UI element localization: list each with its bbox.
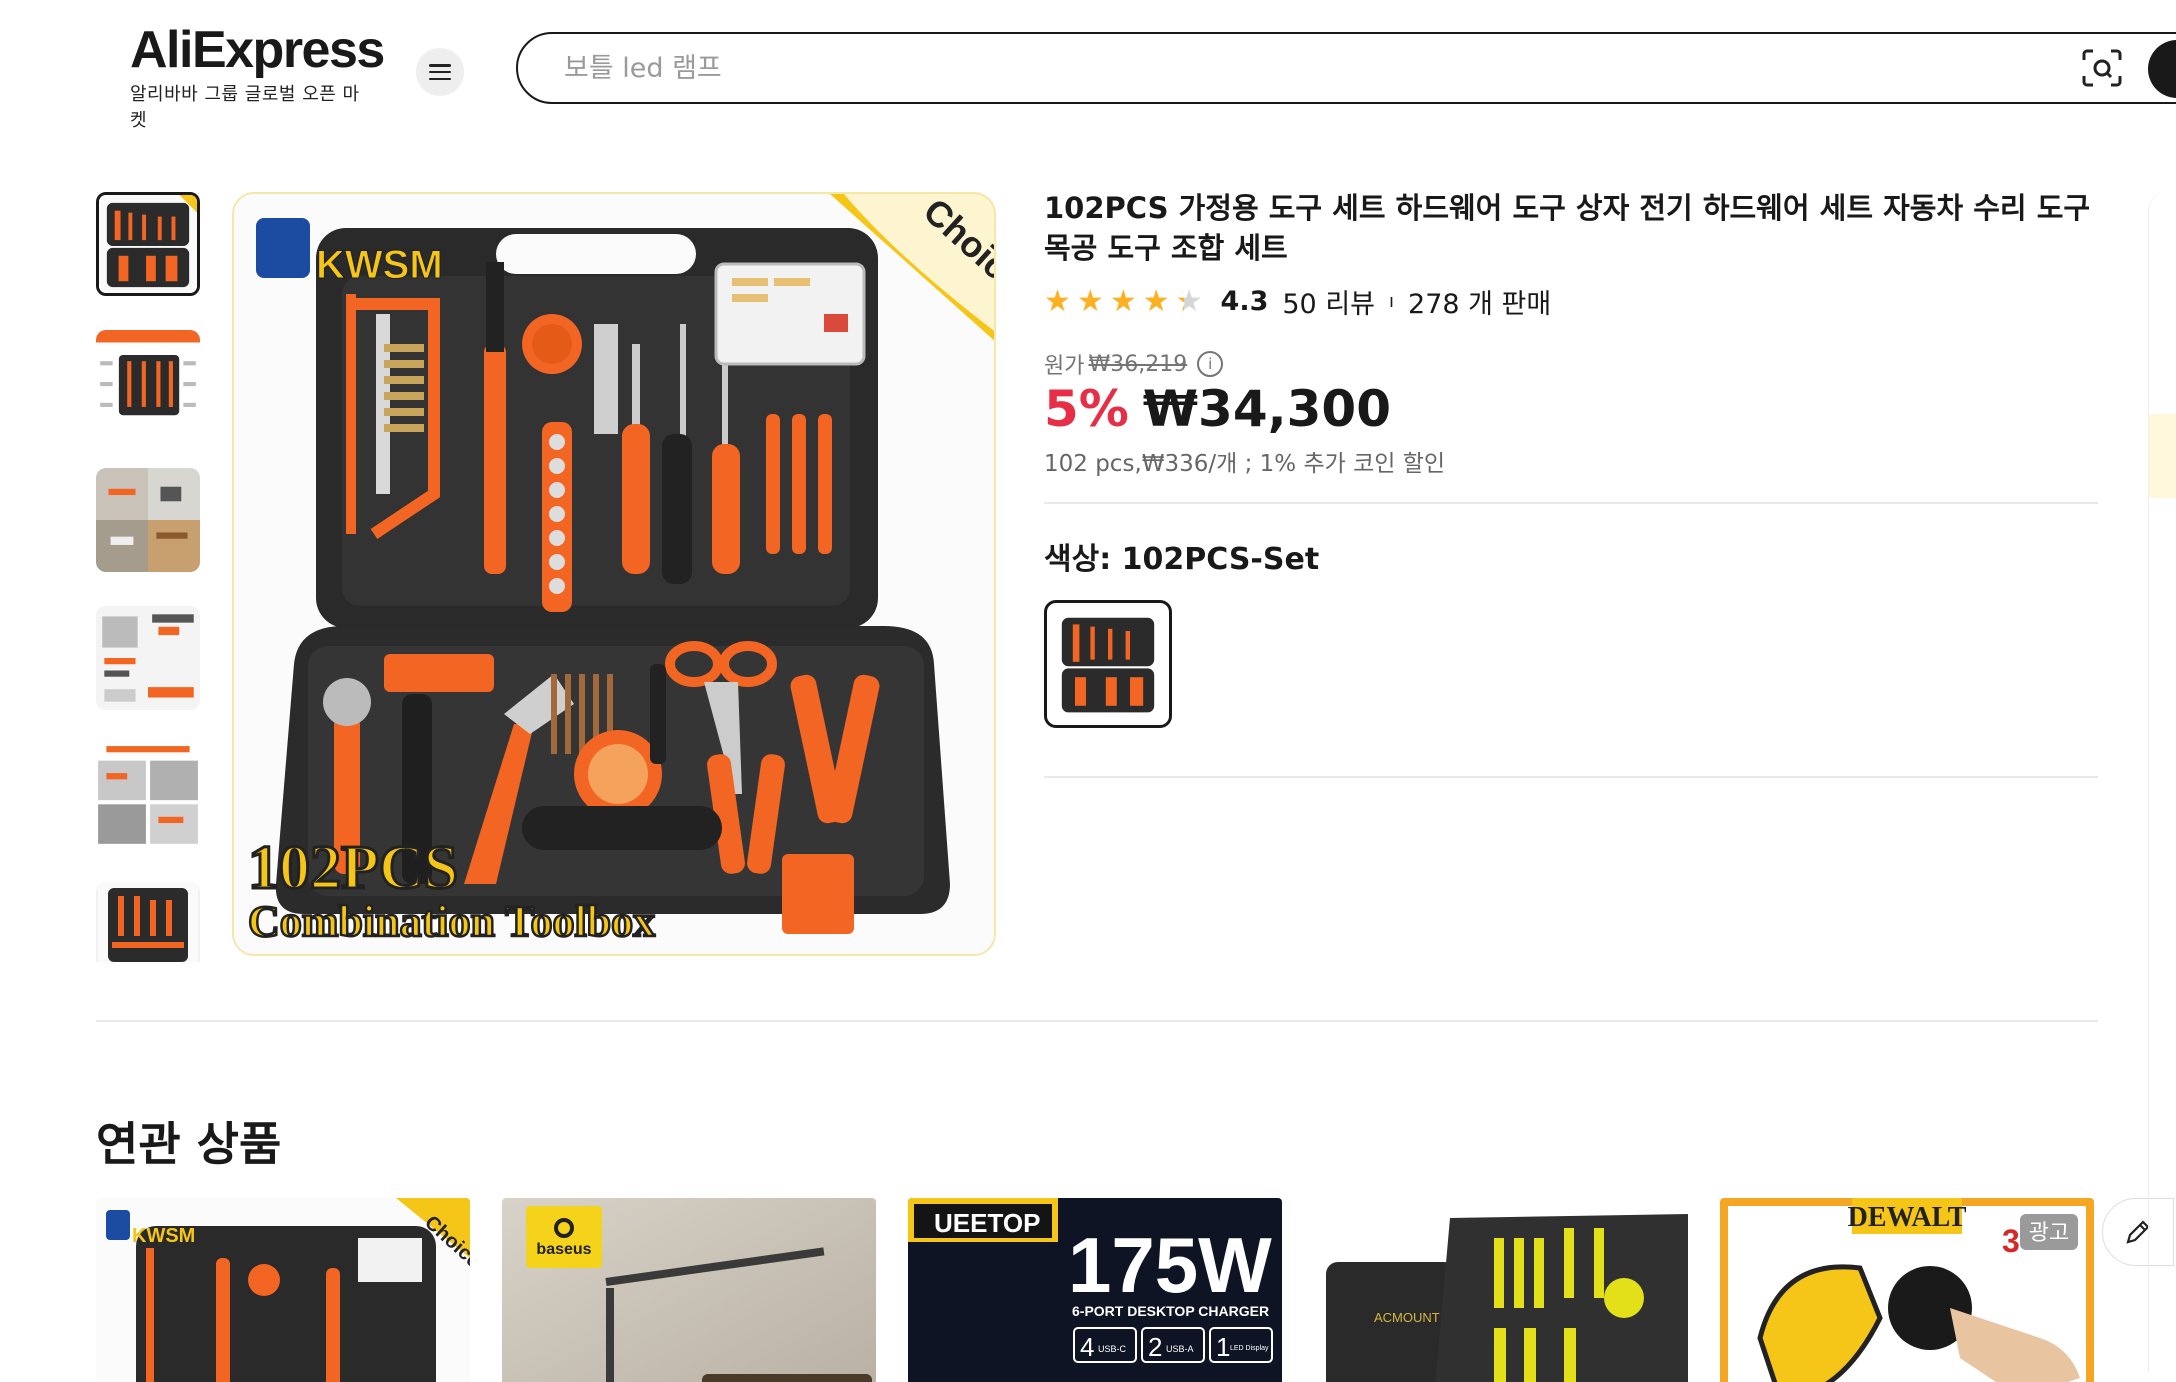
thumbnail-5[interactable] — [96, 744, 200, 848]
color-label: 색상: 102PCS-Set — [1044, 542, 1320, 577]
related-product-card[interactable]: DEWALT 3 광고 — [1720, 1198, 2094, 1382]
menu-button[interactable] — [416, 48, 464, 96]
port-count: 4 — [1080, 1332, 1094, 1362]
thumbnail-6[interactable] — [96, 882, 200, 962]
rating-score: 4.3 — [1220, 286, 1269, 317]
info-icon[interactable]: i — [1197, 351, 1224, 377]
toolbox-thumbnail-image — [99, 195, 197, 293]
related-product-image: baseus — [502, 1198, 876, 1382]
related-product-image: UEETOP 175W 6-PORT DESKTOP CHARGER 4 USB… — [908, 1198, 1282, 1382]
toolbox-open-image — [98, 882, 198, 962]
divider — [96, 1020, 2098, 1022]
price-row: 5% ₩34,300 — [1044, 380, 1391, 438]
related-products-title: 연관 상품 — [96, 1117, 282, 1171]
sku-thumbnail-image — [1053, 609, 1163, 719]
related-product-card[interactable]: Choice KWSM — [96, 1198, 470, 1382]
brand-logo: DEWALT — [1848, 1202, 1967, 1233]
related-product-card[interactable]: UEETOP 175W 6-PORT DESKTOP CHARGER 4 USB… — [908, 1198, 1282, 1382]
search-button[interactable] — [2148, 40, 2176, 98]
logo-wordmark: AliExpress — [130, 21, 385, 79]
tool-collage-image — [96, 606, 200, 710]
thumbnail-1[interactable] — [96, 192, 200, 296]
thumbnail-list — [96, 192, 204, 996]
image-caption-count: 102PCS — [248, 834, 458, 902]
original-price-label: 원가 — [1044, 354, 1085, 379]
brand-logo: UEETOP — [934, 1208, 1040, 1238]
star-icon: ★ — [1044, 283, 1071, 319]
port-type: LED Display — [1230, 1345, 1269, 1352]
thumbnail-2[interactable] — [96, 330, 200, 434]
sold-count: 278 개 판매 — [1408, 289, 1552, 320]
feature-photo-image — [96, 744, 200, 848]
review-count[interactable]: 50 리뷰 — [1282, 282, 1375, 321]
image-caption-text: Combination Toolbox — [248, 897, 655, 946]
promo-number: 3 — [2002, 1223, 2020, 1259]
toolbox-detail-image — [96, 330, 200, 434]
main-product-image[interactable]: Choice KWSM 102PCS Combination Toolbox — [232, 192, 996, 956]
search-input[interactable] — [564, 48, 1964, 88]
headline-text: 175W — [1068, 1221, 1272, 1309]
related-product-image: DEWALT 3 광고 — [1720, 1198, 2094, 1382]
divider: ı — [1389, 291, 1395, 312]
port-type: USB-C — [1098, 1344, 1127, 1354]
related-product-card[interactable]: baseus — [502, 1198, 876, 1382]
side-panel-edge — [2148, 192, 2176, 1372]
divider — [1044, 776, 2098, 778]
thumbnail-4[interactable] — [96, 606, 200, 710]
port-type: USB-A — [1166, 1344, 1194, 1354]
original-price-row: 원가 ₩36,219 i — [1044, 348, 1224, 380]
star-icon: ★ — [1142, 283, 1170, 319]
unit-price-note: 102 pcs,₩336/개 ; 1% 추가 코인 할인 — [1044, 451, 1446, 477]
port-count: 1 — [1216, 1332, 1230, 1362]
thumbnail-3[interactable] — [96, 468, 200, 572]
brand-logo: ACMOUNT — [1374, 1310, 1440, 1325]
toolbox-main-image: Choice KWSM 102PCS Combination Toolbox — [234, 194, 994, 954]
camera-search-icon[interactable] — [2080, 48, 2124, 88]
logo-subtitle: 알리바바 그룹 글로벌 오픈 마켓 — [130, 84, 360, 131]
port-count: 2 — [1148, 1332, 1162, 1362]
related-product-image: Choice KWSM — [96, 1198, 470, 1382]
star-icon: ★ — [1076, 283, 1104, 319]
star-rating: ★ ★ ★ ★ ★ — [1044, 283, 1209, 319]
brand-logo: baseus — [536, 1241, 591, 1258]
subheadline-text: 6-PORT DESKTOP CHARGER — [1072, 1303, 1269, 1319]
hamburger-icon — [429, 64, 451, 80]
product-title: 102PCS 가정용 도구 세트 하드웨어 도구 상자 전기 하드웨어 세트 자… — [1044, 191, 2091, 265]
original-price: ₩36,219 — [1088, 351, 1188, 377]
star-empty-icon: ★ — [1175, 283, 1203, 319]
brand-logo: KWSM — [316, 243, 443, 287]
rating-row[interactable]: ★ ★ ★ ★ ★ 4.3 50 리뷰 ı 278 개 판매 — [1044, 282, 1551, 321]
sale-price: ₩34,300 — [1142, 380, 1391, 438]
divider — [1044, 502, 2098, 504]
search-bar[interactable] — [516, 32, 2176, 104]
ad-badge: 광고 — [2029, 1221, 2069, 1246]
star-icon: ★ — [1109, 283, 1137, 319]
related-product-image: ACMOUNT — [1314, 1198, 1688, 1382]
related-product-card[interactable]: ACMOUNT — [1314, 1198, 1688, 1382]
discount-percent: 5% — [1044, 380, 1129, 438]
usage-photo-grid-image — [96, 468, 200, 572]
related-products-list: Choice KWSM baseus UEETOP 175W 6-PORT DE… — [96, 1198, 2126, 1382]
brand-logo: KWSM — [132, 1225, 195, 1247]
aliexpress-logo[interactable]: AliExpress 알리바바 그룹 글로벌 오픈 마켓 — [130, 21, 385, 132]
color-option-102pcs-set[interactable] — [1044, 600, 1172, 728]
